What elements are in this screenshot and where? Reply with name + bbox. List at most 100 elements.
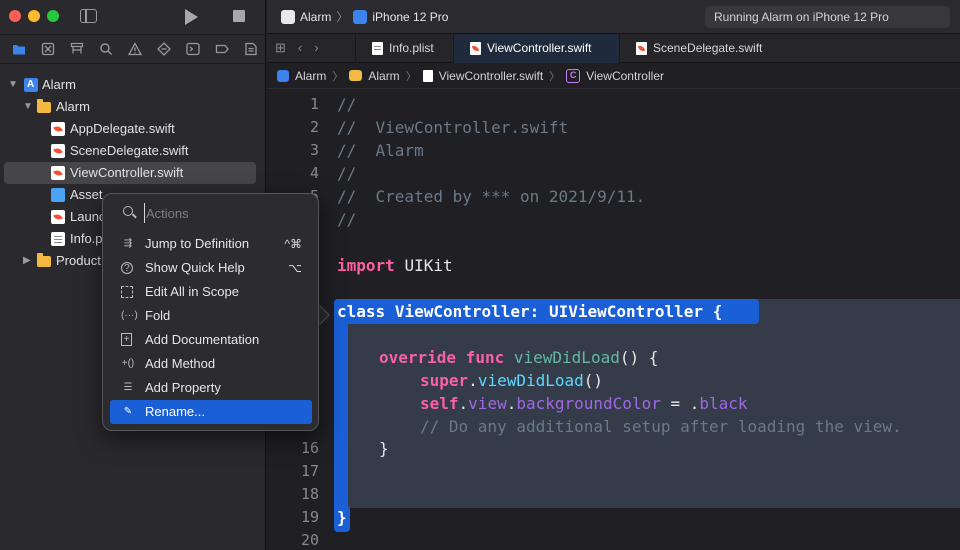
activity-status: Running Alarm on iPhone 12 Pro: [705, 6, 950, 28]
tree-item-label: SceneDelegate.swift: [70, 143, 189, 158]
project-icon: [277, 69, 289, 82]
jump-bar: Alarm 〉 Alarm 〉 ViewController.swift 〉 C…: [267, 63, 960, 89]
folder-icon: [349, 70, 363, 81]
menu-item-add-documentation[interactable]: + Add Documentation: [110, 328, 312, 352]
storyboard-icon: [51, 210, 65, 224]
jumpbar-project[interactable]: Alarm: [295, 69, 326, 83]
code-line: // Alarm: [337, 141, 424, 160]
tree-item-viewcontroller[interactable]: ViewController.swift: [4, 162, 256, 184]
zoom-window-button[interactable]: [47, 10, 59, 22]
window-toolbar-left: [0, 0, 265, 34]
tab-label: Info.plist: [389, 41, 434, 55]
hierarchy-icon[interactable]: [62, 34, 91, 64]
menu-item-label: Fold: [145, 308, 171, 323]
tab-info-plist[interactable]: Info.plist: [355, 34, 453, 63]
tree-item-label: Launc: [70, 209, 106, 224]
code-line: class ViewController: UIViewController {: [337, 300, 722, 323]
tree-item-label: Asset: [70, 187, 103, 202]
code-line: //: [337, 95, 357, 114]
scheme-app-label: Alarm: [300, 10, 332, 24]
disclosure-down-icon[interactable]: ▼: [8, 74, 18, 96]
actions-menu: ⇶ Jump to Definition ^⌘ ? Show Quick Hel…: [102, 193, 319, 431]
breakpoint-icon[interactable]: [207, 34, 236, 64]
code-line: // Created by *** on 2021/9/11.: [337, 187, 646, 206]
menu-item-shortcut: ⌥: [288, 261, 302, 275]
fold-icon: (···): [121, 310, 138, 321]
asset-catalog-icon: [51, 188, 65, 202]
forward-icon[interactable]: ›: [314, 40, 318, 56]
property-token: view: [468, 394, 507, 413]
swift-file-icon: [51, 122, 65, 136]
navigator-selector-bar: [0, 34, 265, 64]
search-icon[interactable]: [91, 34, 120, 64]
sidebar-toggle-icon[interactable]: [80, 9, 97, 23]
source-editor[interactable]: 1 2 3 4 5 6 16 17 18 19 20 // // ViewCon…: [267, 90, 960, 550]
tab-label: ViewController.swift: [487, 41, 592, 55]
tab-bar: ⊞ ‹ › Info.plist ViewController.swift Sc…: [267, 34, 960, 63]
property-token: backgroundColor: [516, 394, 661, 413]
actions-search-input[interactable]: [144, 203, 304, 223]
keyword-token: override: [379, 348, 457, 367]
chevron-right-icon: 〉: [332, 70, 344, 83]
jumpbar-symbol[interactable]: ViewController: [586, 69, 664, 83]
disclosure-right-icon[interactable]: ▶: [23, 250, 31, 272]
punctuation-token: (): [583, 371, 604, 390]
test-icon[interactable]: [149, 34, 178, 64]
swift-file-icon: [51, 166, 65, 180]
run-button[interactable]: [185, 9, 198, 25]
back-icon[interactable]: ‹: [298, 40, 302, 56]
warning-icon[interactable]: [120, 34, 149, 64]
grid-icon[interactable]: ⊞: [275, 40, 286, 56]
menu-item-show-quick-help[interactable]: ? Show Quick Help ⌥: [110, 256, 312, 280]
tree-item-label: ViewController.swift: [70, 165, 184, 180]
menu-item-label: Jump to Definition: [145, 236, 250, 251]
menu-item-rename[interactable]: ✎ Rename...: [110, 400, 312, 424]
menu-item-fold[interactable]: (···) Fold: [110, 304, 312, 328]
edit-scope-icon: [121, 286, 133, 298]
menu-item-edit-all-in-scope[interactable]: Edit All in Scope: [110, 280, 312, 304]
tree-item-label: Alarm: [42, 77, 76, 92]
source-control-icon[interactable]: [33, 34, 62, 64]
menu-item-add-property[interactable]: ☰ Add Property: [110, 376, 312, 400]
jumpbar-folder[interactable]: Alarm: [368, 69, 399, 83]
tab-scenedelegate[interactable]: SceneDelegate.swift: [619, 34, 785, 63]
scheme-selector[interactable]: Alarm 〉 iPhone 12 Pro: [281, 9, 448, 25]
code-line: self.view.backgroundColor = .black: [420, 394, 748, 413]
plist-file-icon: [51, 232, 65, 246]
search-icon: [123, 206, 133, 216]
disclosure-down-icon[interactable]: ▼: [23, 96, 33, 118]
menu-item-add-method[interactable]: +() Add Method: [110, 352, 312, 376]
close-window-button[interactable]: [9, 10, 21, 22]
editor-area: Alarm 〉 iPhone 12 Pro Running Alarm on i…: [267, 0, 960, 550]
function-name: viewDidLoad: [513, 348, 620, 367]
menu-search: [103, 202, 318, 224]
stop-button[interactable]: [233, 10, 245, 22]
tab-controls: ⊞ ‹ ›: [275, 40, 319, 56]
code-line: }: [337, 508, 347, 527]
keyword-token: class: [337, 302, 386, 321]
debug-icon[interactable]: [178, 34, 207, 64]
menu-item-label: Show Quick Help: [145, 260, 245, 275]
menu-item-jump-to-definition[interactable]: ⇶ Jump to Definition ^⌘: [110, 232, 312, 256]
jumpbar-file[interactable]: ViewController.swift: [439, 69, 543, 83]
folder-icon: [37, 99, 51, 113]
chevron-right-icon: 〉: [336, 10, 349, 24]
tab-viewcontroller[interactable]: ViewController.swift: [453, 34, 619, 63]
rename-icon: ✎: [123, 406, 133, 417]
punctuation-token: () {: [619, 348, 659, 367]
line-number: 2: [309, 118, 319, 136]
tree-item-label: Info.p: [70, 231, 103, 246]
report-icon[interactable]: [236, 34, 265, 64]
class-icon: C: [566, 68, 581, 83]
tree-item-label: Alarm: [56, 99, 90, 114]
selection-edge: [334, 299, 348, 532]
swift-file-icon: [422, 69, 433, 82]
plist-file-icon: [372, 42, 383, 55]
menu-item-label: Edit All in Scope: [145, 284, 239, 299]
line-number: 4: [309, 164, 319, 182]
minimize-window-button[interactable]: [28, 10, 40, 22]
folder-icon[interactable]: [4, 34, 33, 64]
swift-file-icon: [51, 144, 65, 158]
tree-item-label: AppDelegate.swift: [70, 121, 175, 136]
menu-item-label: Add Documentation: [145, 332, 260, 347]
